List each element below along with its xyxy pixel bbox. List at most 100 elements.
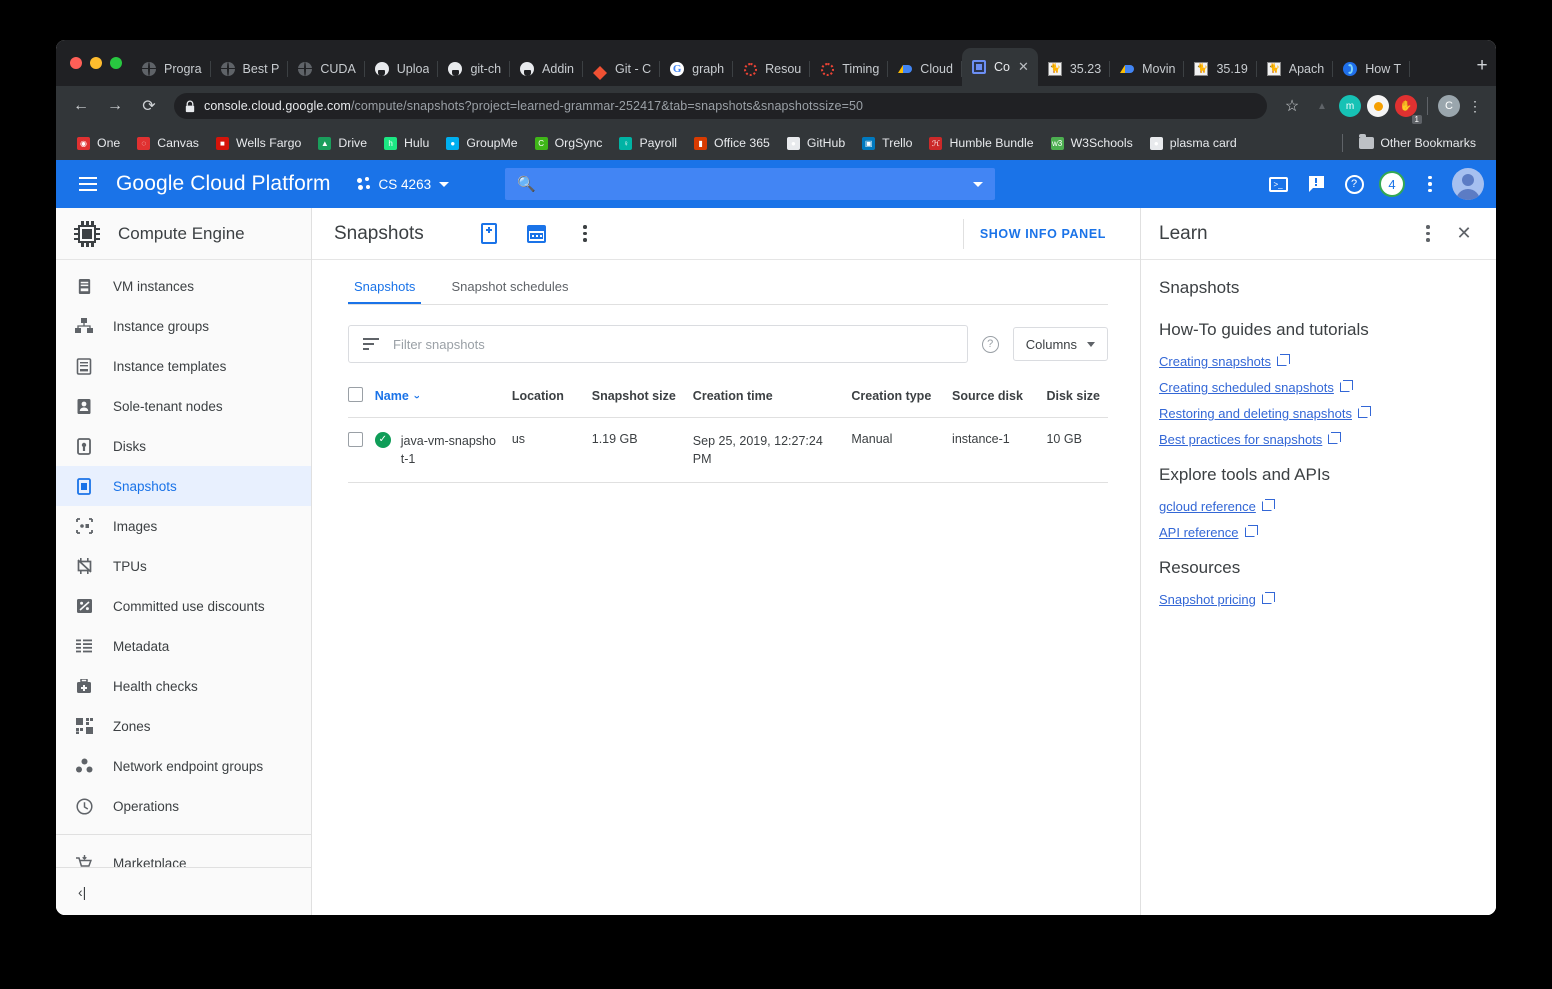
browser-tab[interactable]: Addin [510, 52, 584, 86]
sidebar-item-network-endpoint-groups[interactable]: Network endpoint groups [56, 746, 311, 786]
bookmark-item[interactable]: ▮ Office 365 [685, 133, 778, 154]
browser-tab[interactable]: Resou [733, 52, 811, 86]
sidebar-item-images[interactable]: Images [56, 506, 311, 546]
more-actions-button[interactable] [564, 213, 606, 255]
sidebar-item-health-checks[interactable]: Health checks [56, 666, 311, 706]
learn-link[interactable]: Creating scheduled snapshots [1159, 380, 1478, 395]
sidebar-item-sole-tenant-nodes[interactable]: Sole-tenant nodes [56, 386, 311, 426]
learn-link[interactable]: API reference [1159, 525, 1478, 540]
filter-box[interactable] [348, 325, 968, 363]
column-header-disk-size[interactable]: Disk size [1046, 377, 1108, 418]
sidebar-item-committed-use-discounts[interactable]: Committed use discounts [56, 586, 311, 626]
browser-tab[interactable]: Uploa [365, 52, 439, 86]
column-header-creation-time[interactable]: Creation time [692, 377, 852, 418]
profile-avatar[interactable]: C [1438, 95, 1460, 117]
sidebar-item-instance-groups[interactable]: Instance groups [56, 306, 311, 346]
search-input[interactable] [393, 336, 953, 352]
bookmark-item[interactable]: ▲ Drive [309, 133, 375, 154]
search-chevron-down-icon[interactable] [973, 181, 984, 187]
browser-tab[interactable]: CUDA [288, 52, 365, 86]
column-header-location[interactable]: Location [511, 377, 592, 418]
create-snapshot-schedule-button[interactable] [516, 213, 558, 255]
learn-link[interactable]: Best practices for snapshots [1159, 432, 1478, 447]
learn-link[interactable]: Restoring and deleting snapshots [1159, 406, 1478, 421]
stop-extension-icon[interactable]: ✋ 1 [1395, 95, 1422, 124]
browser-tab[interactable]: Cloud [888, 52, 962, 86]
navigation-menu-button[interactable] [68, 164, 108, 204]
bookmark-item[interactable]: ℋ Humble Bundle [920, 133, 1041, 154]
back-button[interactable]: ← [66, 91, 96, 121]
browser-tab[interactable]: 35.19 [1184, 52, 1257, 86]
bookmark-star-icon[interactable]: ☆ [1277, 91, 1307, 121]
column-header-snapshot-size[interactable]: Snapshot size [591, 377, 693, 418]
snapshot-name[interactable]: java-vm-snapshot-1 [401, 432, 497, 468]
row-checkbox[interactable] [348, 432, 363, 447]
browser-tab-active[interactable]: Co ✕ [961, 48, 1038, 86]
maximize-window-button[interactable] [110, 57, 122, 69]
learn-link[interactable]: Creating snapshots [1159, 354, 1478, 369]
column-header-source-disk[interactable]: Source disk [952, 377, 1047, 418]
sidebar-item-metadata[interactable]: Metadata [56, 626, 311, 666]
select-all-checkbox[interactable] [348, 387, 363, 402]
gcp-search-bar[interactable]: 🔍 [505, 168, 996, 200]
other-bookmarks-folder[interactable]: Other Bookmarks [1351, 133, 1484, 153]
bookmark-item[interactable]: ◉ One [68, 133, 128, 154]
tab-snapshots[interactable]: Snapshots [348, 279, 422, 304]
bookmark-item[interactable]: ■ Wells Fargo [207, 133, 309, 154]
sidebar-item-operations[interactable]: Operations [56, 786, 311, 826]
bookmark-item[interactable]: ◌ Canvas [128, 133, 207, 154]
forward-button[interactable]: → [100, 91, 130, 121]
browser-tab[interactable]: Ggraph [660, 52, 734, 86]
browser-tab[interactable]: Timing [810, 52, 889, 86]
bookmark-item[interactable]: ● GroupMe [437, 133, 525, 154]
columns-button[interactable]: Columns [1012, 327, 1108, 361]
cell-source-disk[interactable]: instance-1 [952, 417, 1047, 484]
close-icon[interactable]: ✕ [1446, 216, 1482, 252]
collapse-sidebar-button[interactable]: ‹| [56, 867, 311, 915]
feedback-icon[interactable] [1300, 168, 1332, 200]
browser-tab[interactable]: Apach [1257, 52, 1334, 86]
sidebar-item-vm-instances[interactable]: VM instances [56, 266, 311, 306]
learn-link[interactable]: gcloud reference [1159, 499, 1478, 514]
browser-tab[interactable]: Movin [1110, 52, 1185, 86]
browser-tab[interactable]: Progra [132, 52, 211, 86]
browser-tab[interactable]: How T [1333, 52, 1411, 86]
browser-tab[interactable]: git-ch [438, 52, 510, 86]
browser-tab[interactable]: Best P [211, 52, 289, 86]
browser-tab[interactable]: Git - C [583, 52, 661, 86]
bookmark-item[interactable]: ● plasma card [1141, 133, 1245, 154]
account-avatar[interactable] [1452, 168, 1484, 200]
sidebar-item-zones[interactable]: Zones [56, 706, 311, 746]
reload-button[interactable]: ⟳ [134, 91, 164, 121]
help-circle-icon[interactable]: ? [981, 335, 999, 353]
drive-extension-icon[interactable]: ▲ [1311, 95, 1333, 117]
bookmark-item[interactable]: ▣ Trello [853, 133, 920, 154]
tab-snapshot-schedules[interactable]: Snapshot schedules [445, 279, 574, 304]
sidebar-item-instance-templates[interactable]: Instance templates [56, 346, 311, 386]
help-icon[interactable]: ? [1338, 168, 1370, 200]
more-options-icon[interactable] [1414, 168, 1446, 200]
sidebar-item-tpus[interactable]: TPUs [56, 546, 311, 586]
show-info-panel-button[interactable]: SHOW INFO PANEL [980, 227, 1132, 241]
learn-link[interactable]: Snapshot pricing [1159, 592, 1478, 607]
learn-more-options-icon[interactable] [1410, 216, 1446, 252]
row-select-cell[interactable] [348, 417, 375, 484]
column-header-creation-type[interactable]: Creation type [851, 377, 953, 418]
mercury-extension-icon[interactable]: m [1339, 95, 1361, 117]
sidebar-item-disks[interactable]: Disks [56, 426, 311, 466]
chrome-menu-icon[interactable]: ⋮ [1464, 98, 1486, 115]
close-tab-button[interactable]: ✕ [1018, 59, 1029, 75]
honey-extension-icon[interactable] [1367, 95, 1389, 117]
column-header-name[interactable]: Name ‹ [374, 377, 512, 418]
cloud-shell-icon[interactable]: >_ [1262, 168, 1294, 200]
select-all-header[interactable] [348, 377, 375, 418]
sidebar-item-marketplace[interactable]: Marketplace [56, 843, 311, 867]
bookmark-item[interactable]: h Hulu [375, 133, 437, 154]
create-snapshot-button[interactable] [468, 213, 510, 255]
close-window-button[interactable] [70, 57, 82, 69]
sidebar-item-snapshots[interactable]: Snapshots [56, 466, 311, 506]
table-row[interactable]: ✓ java-vm-snapshot-1 us 1.19 GB Sep 25, 2019… [348, 417, 1108, 484]
address-bar[interactable]: console.cloud.google.com/compute/snapsho… [174, 93, 1267, 119]
new-tab-button[interactable]: + [1468, 53, 1496, 81]
bookmark-item[interactable]: ♀ Payroll [610, 133, 685, 154]
